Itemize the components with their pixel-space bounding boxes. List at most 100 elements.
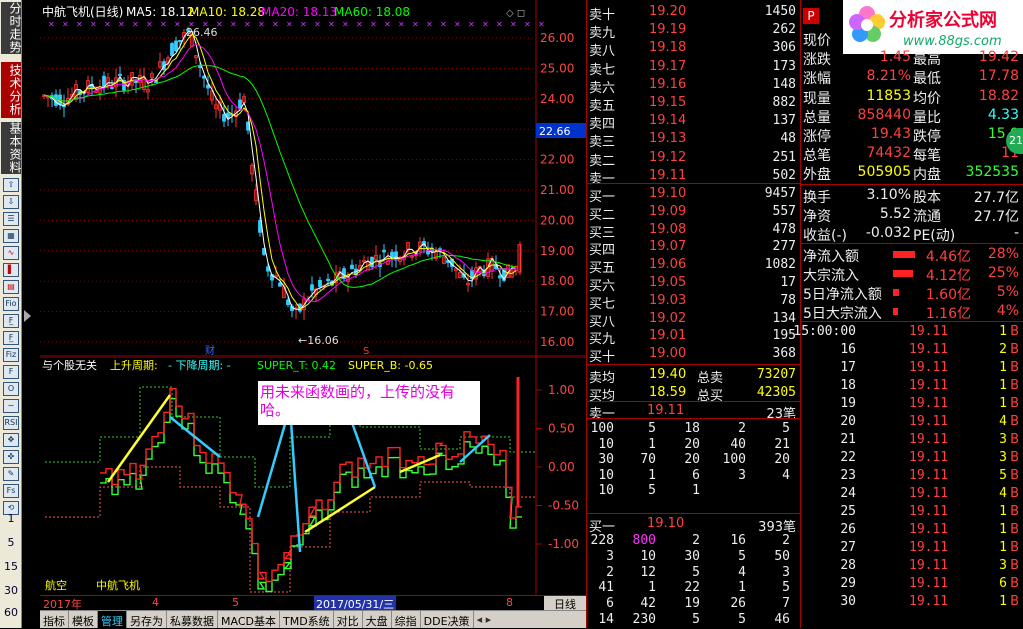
period-30[interactable]: 30 <box>0 584 22 597</box>
fio-icon[interactable]: Fio <box>3 297 19 311</box>
tab-fenshi[interactable]: 分时走势 <box>1 2 22 54</box>
event-marker[interactable]: ✕ <box>188 20 195 29</box>
event-marker[interactable]: ✕ <box>202 20 209 29</box>
ask-price[interactable]: 19.15 <box>649 95 686 110</box>
tab-simu[interactable]: 私募数据 <box>167 611 218 628</box>
period-5[interactable]: 5 <box>0 536 22 549</box>
event-marker[interactable]: ✕ <box>62 20 69 29</box>
tab-macd[interactable]: MACD基本 <box>218 611 280 628</box>
event-marker[interactable]: ✕ <box>160 20 167 29</box>
cross2-icon[interactable]: ✜ <box>3 450 19 464</box>
fs-icon[interactable]: Fs <box>3 484 19 498</box>
ask-price[interactable]: 19.19 <box>649 22 686 37</box>
cross-icon[interactable]: ✥ <box>3 433 19 447</box>
event-marker[interactable]: ✕ <box>76 20 83 29</box>
event-marker[interactable]: ✕ <box>342 20 349 29</box>
period-60[interactable]: 60 <box>0 606 22 619</box>
event-marker[interactable]: ✕ <box>538 20 545 29</box>
event-marker[interactable]: ✕ <box>496 20 503 29</box>
tab-tmd[interactable]: TMD系统 <box>280 611 334 628</box>
tab-jishu[interactable]: 技术分析 <box>1 62 22 118</box>
event-marker[interactable]: ✕ <box>524 20 531 29</box>
event-marker[interactable]: ✕ <box>328 20 335 29</box>
chart-menu-icon[interactable]: ◇ ◻ <box>506 8 525 19</box>
date-ruler[interactable]: 2017年 4 5 2017/05/31/三 8 日线 <box>40 595 586 612</box>
rsi-icon[interactable]: RSI <box>3 416 19 430</box>
ask-price[interactable]: 19.17 <box>649 59 686 74</box>
fo-icon[interactable]: F̲ <box>3 314 19 328</box>
event-marker[interactable]: ✕ <box>454 20 461 29</box>
period-15[interactable]: 15 <box>0 560 22 573</box>
calculator-icon[interactable]: ▤ <box>3 280 19 294</box>
kline-chart[interactable]: 26.0025.0024.0023.0022.0021.0020.0019.00… <box>40 0 586 357</box>
s-marker[interactable]: S <box>363 346 369 357</box>
period-selector[interactable]: 日线 <box>544 596 586 611</box>
bid-price[interactable]: 19.05 <box>649 275 686 290</box>
bid-price[interactable]: 19.10 <box>649 186 686 201</box>
event-marker[interactable]: ✕ <box>300 20 307 29</box>
indicator-chart[interactable]: 1.00 0.50 0.00 -0.50 -1.00 与个股无关 上升周期: - 下降周… <box>40 357 586 595</box>
tab-muban[interactable]: 模板 <box>69 611 98 628</box>
p-badge[interactable]: P <box>803 8 819 24</box>
tab-duibi[interactable]: 对比 <box>334 611 363 628</box>
event-marker[interactable]: ✕ <box>286 20 293 29</box>
list-icon[interactable]: ☰ <box>3 212 19 226</box>
collapse-arrow-icon[interactable] <box>24 310 31 322</box>
bid-price[interactable]: 19.09 <box>649 204 686 219</box>
event-marker[interactable]: ✕ <box>174 20 181 29</box>
down-arrow-icon[interactable]: ⇩ <box>3 195 19 209</box>
event-marker[interactable]: ✕ <box>244 20 251 29</box>
event-marker[interactable]: ✕ <box>384 20 391 29</box>
tab-dapan[interactable]: 大盘 <box>363 611 392 628</box>
event-marker[interactable]: ✕ <box>314 20 321 29</box>
finance-marker[interactable]: 财 <box>205 344 215 357</box>
event-marker[interactable]: ✕ <box>468 20 475 29</box>
fiz-icon[interactable]: Fiz <box>3 348 19 362</box>
up-arrow-icon[interactable]: ⇧ <box>3 178 19 192</box>
f-chart-icon[interactable]: F <box>3 365 19 379</box>
event-marker[interactable]: ✕ <box>426 20 433 29</box>
bid-price[interactable]: 19.06 <box>649 257 686 272</box>
tab-guanli[interactable]: 管理 <box>98 611 127 628</box>
event-marker[interactable]: ✕ <box>230 20 237 29</box>
bid-price[interactable]: 19.01 <box>649 328 686 343</box>
event-marker[interactable]: ✕ <box>440 20 447 29</box>
event-marker[interactable]: ✕ <box>272 20 279 29</box>
tab-jiben[interactable]: 基本资料 <box>1 122 22 174</box>
event-marker[interactable]: ✕ <box>398 20 405 29</box>
event-marker[interactable]: ✕ <box>132 20 139 29</box>
event-marker[interactable]: ✕ <box>146 20 153 29</box>
event-marker[interactable]: ✕ <box>90 20 97 29</box>
tab-zongzhi[interactable]: 综指 <box>392 611 421 628</box>
pencil-icon[interactable]: ✎ <box>3 467 19 481</box>
circle-icon[interactable]: O <box>3 382 19 396</box>
bid-price[interactable]: 19.07 <box>649 239 686 254</box>
bid-price[interactable]: 19.02 <box>649 311 686 326</box>
period-1[interactable]: 1 <box>0 512 22 525</box>
tab-lingcunwei[interactable]: 另存为 <box>127 611 167 628</box>
tab-scroll-arrows[interactable]: ◂ ▸ <box>474 611 495 628</box>
ask-price[interactable]: 19.12 <box>649 150 686 165</box>
event-marker[interactable]: ✕ <box>412 20 419 29</box>
event-marker[interactable]: ✕ <box>104 20 111 29</box>
bid-price[interactable]: 19.00 <box>649 346 686 361</box>
wave-icon[interactable]: ∽ <box>3 399 19 413</box>
candle-icon[interactable]: ▌ <box>3 263 19 277</box>
event-marker[interactable]: ✕ <box>258 20 265 29</box>
bid-price[interactable]: 19.08 <box>649 222 686 237</box>
tab-zhibiao[interactable]: 指标 <box>40 611 69 628</box>
event-marker[interactable]: ✕ <box>48 20 55 29</box>
event-marker[interactable]: ✕ <box>482 20 489 29</box>
event-marker[interactable]: ✕ <box>216 20 223 29</box>
event-marker[interactable]: ✕ <box>356 20 363 29</box>
event-marker[interactable]: ✕ <box>510 20 517 29</box>
ask-price[interactable]: 19.20 <box>649 4 686 19</box>
ask-price[interactable]: 19.18 <box>649 40 686 55</box>
ask-price[interactable]: 19.16 <box>649 77 686 92</box>
ask-price[interactable]: 19.11 <box>649 168 686 183</box>
ask-price[interactable]: 19.13 <box>649 131 686 146</box>
bid-price[interactable]: 19.03 <box>649 293 686 308</box>
event-marker[interactable]: ✕ <box>370 20 377 29</box>
grid-icon[interactable]: ▦ <box>3 229 19 243</box>
trend-icon[interactable]: ∿ <box>3 246 19 260</box>
